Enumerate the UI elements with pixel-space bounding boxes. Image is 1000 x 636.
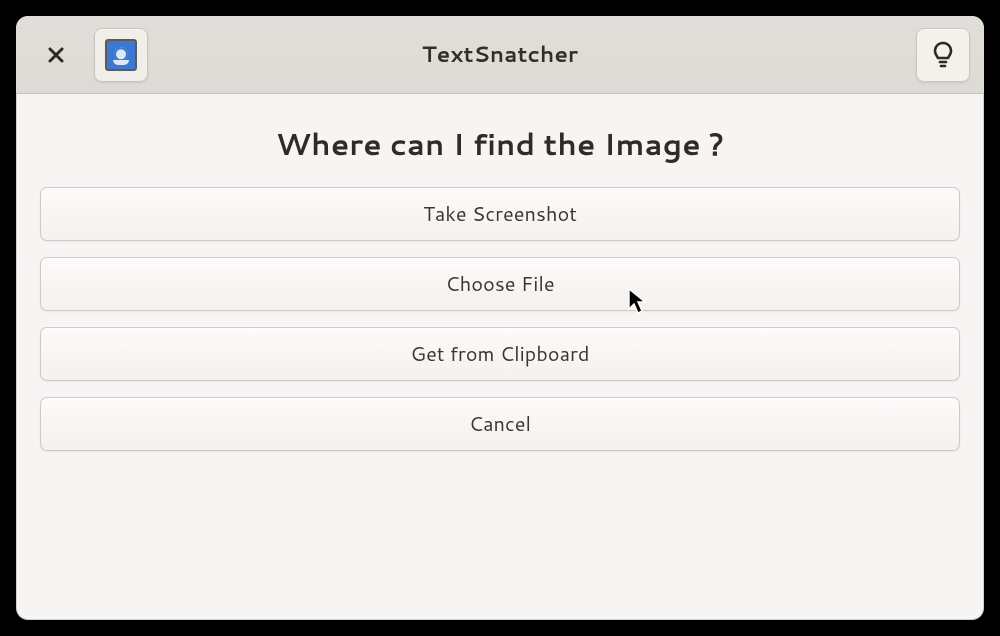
header-bar: TextSnatcher <box>16 16 984 94</box>
app-title: TextSnatcher <box>422 39 578 70</box>
cancel-button[interactable]: Cancel <box>40 397 960 451</box>
flag-icon <box>105 39 137 71</box>
close-button[interactable] <box>40 39 72 71</box>
take-screenshot-button[interactable]: Take Screenshot <box>40 187 960 241</box>
app-window: TextSnatcher Where can I find the Image … <box>16 16 984 620</box>
hint-button[interactable] <box>916 28 970 82</box>
language-button[interactable] <box>94 28 148 82</box>
main-content: Where can I find the Image ? Take Screen… <box>16 94 984 451</box>
dialog-heading: Where can I find the Image ? <box>40 122 960 165</box>
lightbulb-icon <box>931 41 955 69</box>
choose-file-button[interactable]: Choose File <box>40 257 960 311</box>
get-from-clipboard-button[interactable]: Get from Clipboard <box>40 327 960 381</box>
close-icon <box>47 46 65 64</box>
